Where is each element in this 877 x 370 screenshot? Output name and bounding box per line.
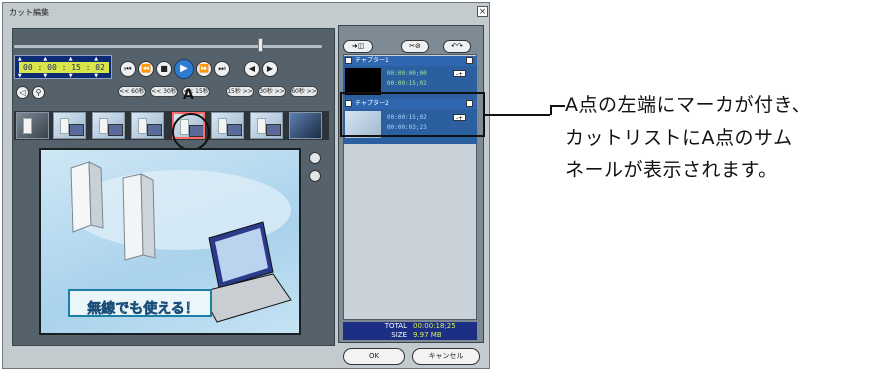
window-title: カット編集 xyxy=(9,8,49,17)
forward-button[interactable]: ⏩ xyxy=(196,61,212,77)
rewind-start-button[interactable]: ⏮ xyxy=(120,61,136,77)
totals-box: TOTAL 00:00:18;25 SIZE 9.97 MB xyxy=(343,322,477,340)
thumbnail[interactable] xyxy=(16,112,49,139)
chapter-out-time: 00:00:15;02 xyxy=(387,80,427,87)
preview-caption: 無線でも使える！ xyxy=(87,301,199,318)
callout-line xyxy=(550,105,565,107)
point-a-label: A xyxy=(183,87,194,103)
add-to-list-button[interactable]: ➜◫ xyxy=(343,40,373,53)
ok-button[interactable]: OK xyxy=(343,348,405,365)
timecode-value: 00 : 00 : 15 : 02 xyxy=(19,62,109,73)
mark-in-icon[interactable] xyxy=(309,152,321,164)
jump-forward-15-button[interactable]: 15秒 >> xyxy=(226,86,254,97)
size-label: SIZE xyxy=(391,331,407,339)
cut-delete-button[interactable]: ✂⊘ xyxy=(401,40,429,53)
thumbnail[interactable] xyxy=(92,112,125,139)
jump-forward-30-button[interactable]: 30秒 >> xyxy=(258,86,286,97)
jump-back-60-button[interactable]: << 60秒 xyxy=(118,86,146,97)
cancel-button[interactable]: キャンセル xyxy=(412,348,480,365)
chapter-adjust-button[interactable]: -+ xyxy=(453,70,466,78)
callout-text-line-2: カットリストにA点のサム xyxy=(565,127,793,149)
callout-text-line-1: A点の左端にマーカが付き、 xyxy=(565,94,812,116)
size-value: 9.97 MB xyxy=(413,331,442,339)
chapter-in-time: 00:00:00;00 xyxy=(387,70,427,77)
thumbnail[interactable] xyxy=(53,112,86,139)
chapter-select-box[interactable] xyxy=(466,57,473,64)
chapter-thumbnail xyxy=(345,68,381,95)
play-button[interactable]: ▶ xyxy=(174,59,194,79)
prev-frame-button[interactable]: ◀ xyxy=(244,61,260,77)
timecode-display[interactable]: ▲ ▲ ▲ ▲ 00 : 00 : 15 : 02 ▼ ▼ ▼ ▼ xyxy=(14,55,112,79)
stop-button[interactable]: ■ xyxy=(156,61,172,77)
base-station-icon xyxy=(122,173,156,261)
seek-bar[interactable] xyxy=(14,45,322,48)
thumbnail[interactable] xyxy=(250,112,283,139)
timecode-down-arrows[interactable]: ▼ ▼ ▼ ▼ xyxy=(15,73,111,79)
undo-redo-button[interactable]: ↶↷ xyxy=(443,40,471,53)
chapter-checkbox[interactable] xyxy=(345,57,352,64)
jump-back-30-button[interactable]: << 30秒 xyxy=(150,86,178,97)
mark-out-icon[interactable] xyxy=(309,170,321,182)
seek-thumb[interactable] xyxy=(258,38,263,52)
router-device-icon xyxy=(70,161,104,233)
thumbnail[interactable] xyxy=(211,112,244,139)
close-button[interactable]: × xyxy=(477,6,488,17)
total-label: TOTAL xyxy=(384,322,407,330)
thumbnail[interactable] xyxy=(131,112,164,139)
thumbnail[interactable] xyxy=(289,112,322,139)
chapter-name: チャプター1 xyxy=(355,57,389,64)
callout-text-line-3: ネールが表示されます。 xyxy=(565,159,778,181)
callout-frame xyxy=(340,92,485,137)
callout-line xyxy=(485,114,550,116)
forward-end-button[interactable]: ⏭ xyxy=(214,61,230,77)
volume-icon[interactable]: ◁ xyxy=(16,86,29,99)
point-a-marker-circle xyxy=(172,113,210,151)
total-value: 00:00:18;25 xyxy=(413,322,456,330)
cut-list-panel: ➜◫ ✂⊘ ↶↷ チャプター1 00:00:00;00 -+ 00:00:15;… xyxy=(338,25,484,343)
preview-screen: 無線でも使える！ xyxy=(39,148,301,335)
rewind-button[interactable]: ⏪ xyxy=(138,61,154,77)
jump-forward-60-button[interactable]: 60秒 >> xyxy=(290,86,318,97)
laptop-icon xyxy=(200,221,292,323)
search-icon[interactable]: ⚲ xyxy=(32,86,45,99)
next-frame-button[interactable]: ▶ xyxy=(262,61,278,77)
